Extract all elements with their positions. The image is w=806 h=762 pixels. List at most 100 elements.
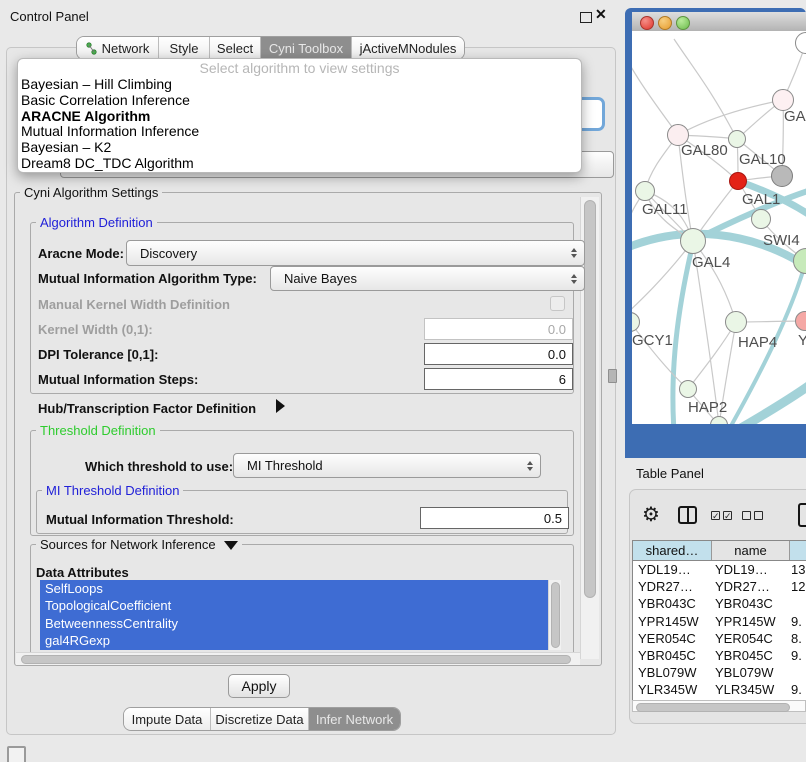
cell-name: YDL19…: [712, 562, 791, 577]
network-window-titlebar[interactable]: [632, 12, 806, 32]
apply-button[interactable]: Apply: [228, 674, 290, 698]
tab-discretize-data-label: Discretize Data: [215, 712, 303, 727]
hub-definition-expander[interactable]: Hub/Transcription Factor Definition: [38, 401, 256, 416]
cell-name: YER054C: [712, 631, 791, 646]
attribute-item[interactable]: BetweennessCentrality: [40, 615, 548, 632]
cell-shared-name: YBL079W: [633, 665, 712, 680]
table-row[interactable]: YPR145W YPR145W 9.: [633, 613, 806, 630]
close-panel-icon[interactable]: ✕: [595, 6, 607, 23]
algorithm-item[interactable]: Bayesian – K2: [18, 140, 581, 156]
algorithm-item[interactable]: Basic Correlation Inference: [18, 93, 581, 109]
network-node[interactable]: [728, 130, 746, 148]
column-header-shared-name[interactable]: shared…: [633, 541, 712, 560]
close-window-icon[interactable]: [640, 16, 654, 30]
mi-threshold-field[interactable]: 0.5: [420, 507, 569, 529]
table-row[interactable]: YBR045C YBR045C 9.: [633, 647, 806, 664]
network-node[interactable]: [725, 311, 747, 333]
settings-vscrollbar-thumb[interactable]: [584, 200, 596, 598]
cell-name: YLR345W: [712, 682, 791, 697]
settings-hscrollbar[interactable]: [16, 652, 580, 665]
manual-kernel-label: Manual Kernel Width Definition: [38, 297, 230, 312]
collapse-down-arrow-icon[interactable]: [224, 541, 238, 550]
tab-style[interactable]: Style: [159, 37, 210, 59]
network-node-selected[interactable]: [729, 172, 747, 190]
kernel-width-field[interactable]: 0.0: [424, 318, 573, 340]
network-node[interactable]: [679, 380, 697, 398]
table-hscrollbar-thumb[interactable]: [636, 703, 790, 712]
tab-select-label: Select: [217, 41, 253, 56]
mi-threshold-value: 0.5: [544, 511, 562, 526]
attributes-vscrollbar[interactable]: [548, 580, 561, 650]
expander-right-arrow-icon[interactable]: [276, 399, 285, 413]
tab-infer-network[interactable]: Infer Network: [309, 708, 400, 730]
cell-value: 8.: [791, 631, 806, 646]
maximize-window-icon[interactable]: [676, 16, 690, 30]
which-threshold-combo[interactable]: MI Threshold: [233, 453, 541, 478]
minimize-window-icon[interactable]: [658, 16, 672, 30]
control-panel-title: Control Panel: [10, 9, 89, 24]
table-row[interactable]: YDL19… YDL19… 13: [633, 561, 806, 578]
column-header-partial[interactable]: [790, 541, 806, 560]
table-row[interactable]: YBL079W YBL079W: [633, 664, 806, 681]
attributes-vscrollbar-thumb[interactable]: [551, 582, 560, 648]
table-hscrollbar[interactable]: [632, 700, 806, 712]
splitter-grip[interactable]: [608, 369, 617, 383]
network-node[interactable]: [680, 228, 706, 254]
attribute-item[interactable]: SelfLoops: [40, 580, 548, 597]
sources-group-title[interactable]: Sources for Network Inference: [36, 538, 242, 552]
which-threshold-label: Which threshold to use:: [85, 459, 233, 474]
tab-infer-network-label: Infer Network: [316, 712, 393, 727]
algorithm-item[interactable]: Mutual Information Inference: [18, 124, 581, 140]
network-node[interactable]: [771, 165, 793, 187]
aracne-mode-combo[interactable]: Discovery: [126, 240, 585, 266]
unchecked-columns-icon[interactable]: [742, 511, 751, 520]
tab-impute-data[interactable]: Impute Data: [124, 708, 211, 730]
cell-name: YDR27…: [712, 579, 791, 594]
float-panel-icon[interactable]: [580, 12, 592, 23]
tab-discretize-data[interactable]: Discretize Data: [211, 708, 309, 730]
table-function-icon[interactable]: [798, 503, 806, 527]
dpi-tolerance-field[interactable]: 0.0: [424, 343, 573, 365]
cell-shared-name: YBR043C: [633, 596, 712, 611]
node-label: Y: [798, 332, 806, 349]
unchecked-columns-icon[interactable]: [754, 511, 763, 520]
checked-columns-icon[interactable]: ✓: [711, 511, 720, 520]
gear-icon[interactable]: ⚙: [642, 504, 660, 526]
cell-value: 9.: [791, 614, 806, 629]
attribute-item[interactable]: TopologicalCoefficient: [40, 597, 548, 614]
table-panel-title: Table Panel: [636, 466, 704, 481]
algorithm-item-selected[interactable]: ARACNE Algorithm: [18, 109, 581, 125]
algorithm-item[interactable]: Bayesian – Hill Climbing: [18, 77, 581, 93]
network-canvas[interactable]: GAL GAL80 GAL10 GAL1 GAL11 SWI4 GAL4 GCY…: [632, 31, 806, 424]
mi-type-combo[interactable]: Naive Bayes: [270, 266, 585, 291]
kernel-width-label: Kernel Width (0,1):: [38, 322, 153, 337]
tab-network[interactable]: Network: [77, 37, 159, 59]
settings-hscrollbar-thumb[interactable]: [21, 655, 571, 664]
column-header-name[interactable]: name: [712, 541, 790, 560]
kernel-width-value: 0.0: [548, 322, 566, 337]
tab-cyni-toolbox[interactable]: Cyni Toolbox: [261, 37, 352, 59]
network-node[interactable]: [751, 209, 771, 229]
cell-value: 9.: [791, 682, 806, 697]
network-icon: [86, 42, 98, 55]
mi-type-value: Naive Bayes: [284, 271, 357, 286]
node-label: SWI4: [763, 232, 800, 249]
split-columns-icon[interactable]: [678, 506, 697, 524]
algorithm-item[interactable]: Dream8 DC_TDC Algorithm: [18, 156, 581, 172]
node-label: GAL10: [739, 151, 786, 168]
attribute-item[interactable]: gal4RGexp: [40, 632, 548, 649]
node-label: GAL4: [692, 254, 730, 271]
tab-select[interactable]: Select: [210, 37, 261, 59]
table-row[interactable]: YLR345W YLR345W 9.: [633, 681, 806, 698]
mi-steps-field[interactable]: 6: [424, 368, 573, 390]
checked-columns-icon[interactable]: ✓: [723, 511, 732, 520]
tab-jactivemnodules[interactable]: jActiveMNodules: [352, 37, 464, 59]
table-row[interactable]: YER054C YER054C 8.: [633, 630, 806, 647]
collapsed-panel-icon[interactable]: [7, 746, 26, 762]
manual-kernel-checkbox[interactable]: [550, 296, 565, 311]
data-attributes-list: SelfLoops TopologicalCoefficient Between…: [40, 580, 548, 650]
table-row[interactable]: YBR043C YBR043C: [633, 595, 806, 612]
table-row[interactable]: YDR27… YDR27… 12: [633, 578, 806, 595]
network-node[interactable]: [635, 181, 655, 201]
stepper-arrows-icon: [571, 274, 577, 284]
